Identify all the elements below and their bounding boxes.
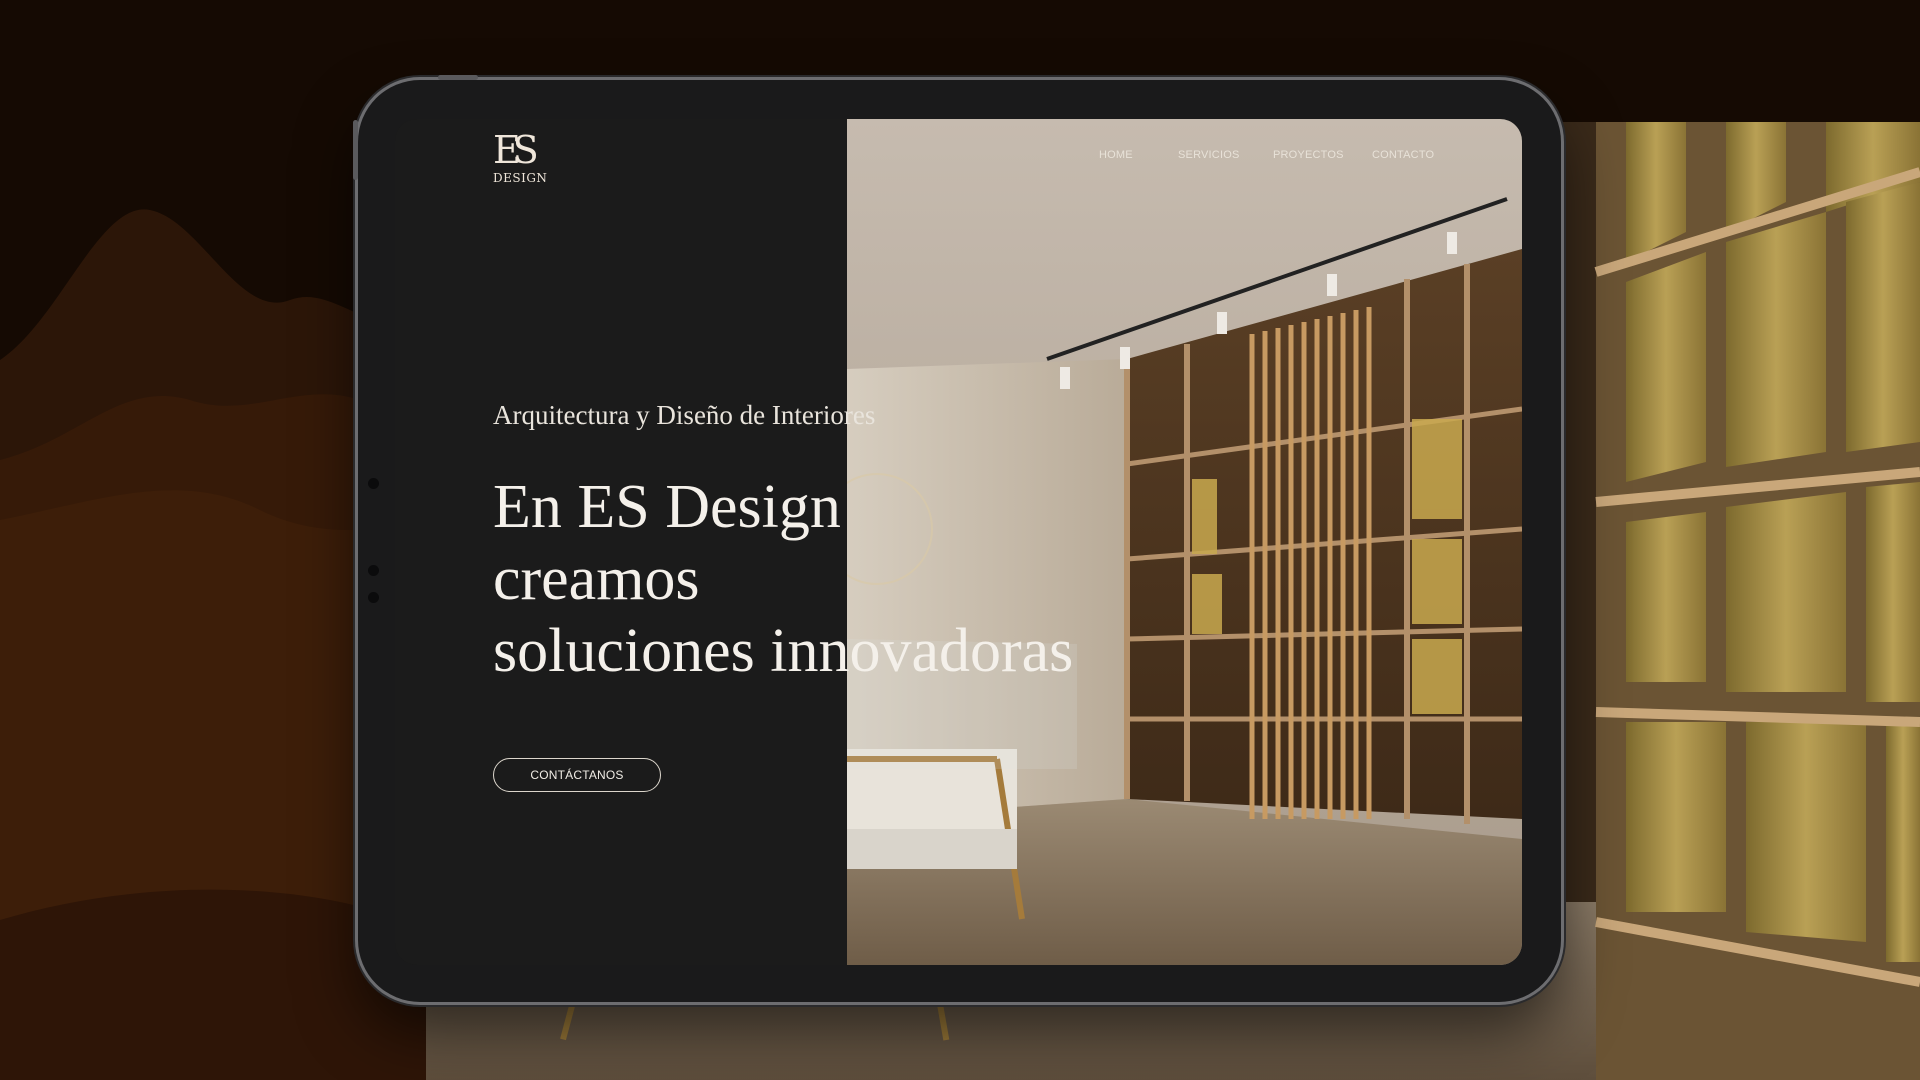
tablet-top-button — [438, 75, 478, 80]
nav-contacto[interactable]: CONTACTO — [1372, 149, 1434, 161]
hero-title-line: soluciones innovadoras — [493, 617, 1074, 685]
nav-servicios[interactable]: SERVICIOS — [1178, 149, 1240, 161]
contact-button[interactable]: CONTÁCTANOS — [493, 758, 661, 792]
tablet-sensor — [368, 478, 379, 489]
logo-wordmark: DESIGN — [493, 171, 548, 185]
tablet-sensor — [368, 565, 379, 576]
hero-title-line: creamos — [493, 545, 700, 613]
tablet-sensor — [368, 592, 379, 603]
nav-home[interactable]: HOME — [1099, 149, 1133, 161]
nav-proyectos[interactable]: PROYECTOS — [1273, 149, 1344, 161]
website-screen: ES DESIGN HOME SERVICIOS PROYECTOS CONTA… — [395, 119, 1522, 965]
tablet-side-button — [353, 120, 358, 180]
tablet-device: ES DESIGN HOME SERVICIOS PROYECTOS CONTA… — [353, 75, 1561, 1002]
hero-title: En ES Design creamos soluciones innovado… — [493, 471, 1193, 687]
hero-subtitle: Arquitectura y Diseño de Interiores — [493, 400, 876, 430]
es-design-logo[interactable]: ES DESIGN — [493, 130, 553, 190]
logo-monogram: ES — [493, 128, 539, 172]
hero-title-line: En ES Design — [493, 473, 841, 541]
